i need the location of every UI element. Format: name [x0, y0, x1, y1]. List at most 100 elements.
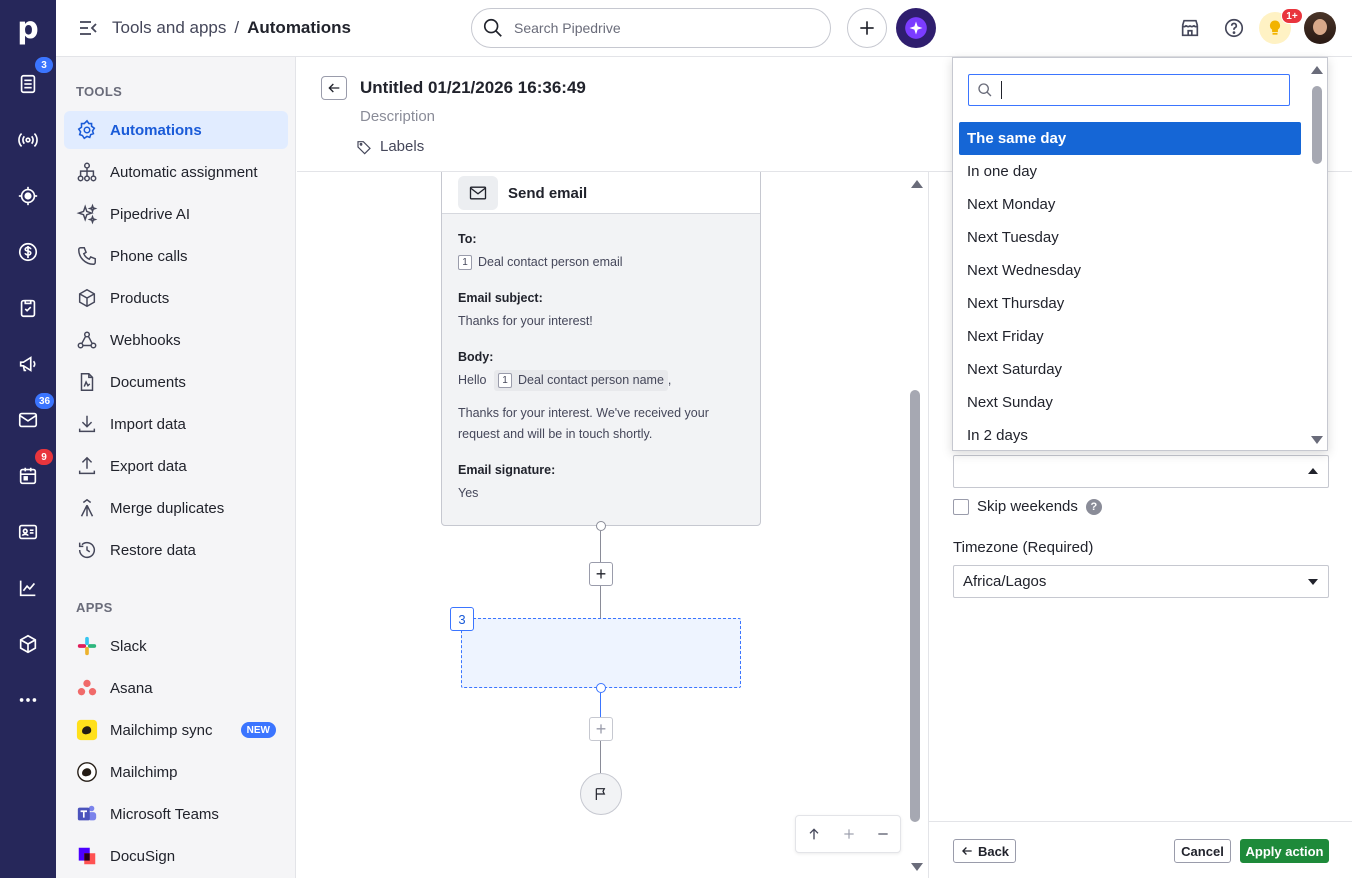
sidebar-item-label: Products [110, 289, 170, 307]
automation-description[interactable]: Description [360, 108, 435, 125]
products-nav-button[interactable] [12, 628, 44, 660]
text-cursor [1000, 81, 1002, 99]
labels-button[interactable]: Labels [356, 138, 424, 155]
cube-icon [19, 634, 37, 654]
add-step-button[interactable]: + [589, 562, 613, 586]
broadcast-icon [18, 133, 38, 147]
document-icon [80, 373, 94, 391]
dropdown-scrollbar[interactable] [1308, 58, 1326, 450]
sidebar-item-products[interactable]: Products [64, 279, 288, 317]
dropdown-option[interactable]: Next Monday [959, 188, 1301, 221]
marketplace-button[interactable] [1178, 16, 1202, 40]
sidebar-item-asana[interactable]: Asana [64, 669, 288, 707]
connector-line [600, 531, 601, 562]
restore-icon [78, 542, 96, 559]
workflow-canvas[interactable]: Send email To: 1 Deal contact person emai… [297, 172, 927, 878]
dropdown-option[interactable]: Next Thursday [959, 287, 1301, 320]
sidebar-item-docusign[interactable]: DocuSign [64, 837, 288, 875]
sidebar-item-export-data[interactable]: Export data [64, 447, 288, 485]
zoom-in-icon[interactable] [842, 827, 856, 841]
sidebar-item-label: Restore data [110, 541, 196, 559]
to-value: 1 Deal contact person email [458, 252, 744, 273]
dropdown-option[interactable]: The same day [959, 122, 1301, 155]
due-date-select[interactable] [953, 455, 1329, 488]
dropdown-option[interactable]: In one day [959, 155, 1301, 188]
calendar-nav-button[interactable] [12, 460, 44, 492]
automation-title[interactable]: Untitled 01/21/2026 16:36:49 [360, 78, 586, 98]
leads-nav-button[interactable] [12, 124, 44, 156]
connector-line [600, 586, 601, 618]
scroll-thumb[interactable] [910, 390, 920, 822]
send-email-step-card[interactable]: Send email To: 1 Deal contact person emai… [441, 172, 761, 526]
sidebar-item-microsoft-teams[interactable]: Microsoft Teams [64, 795, 288, 833]
sidebar-item-mailchimp-sync[interactable]: Mailchimp sync NEW [64, 711, 288, 749]
sidebar-item-phone-calls[interactable]: Phone calls [64, 237, 288, 275]
pipedrive-logo[interactable]: p [14, 10, 42, 46]
user-avatar[interactable] [1304, 12, 1336, 44]
menu-toggle-icon[interactable] [76, 16, 100, 40]
sidebar-item-webhooks[interactable]: Webhooks [64, 321, 288, 359]
target-icon [18, 186, 38, 206]
arrow-left-icon [961, 847, 972, 855]
sidebar-item-restore-data[interactable]: Restore data [64, 531, 288, 569]
sidebar-item-automatic-assignment[interactable]: Automatic assignment [64, 153, 288, 191]
contacts-nav-button[interactable] [12, 516, 44, 548]
body-label: Body: [458, 350, 494, 364]
global-search[interactable] [471, 8, 831, 48]
dropdown-option[interactable]: Next Sunday [959, 386, 1301, 419]
ai-assistant-button[interactable] [896, 8, 936, 48]
sidebar-item-import-data[interactable]: Import data [64, 405, 288, 443]
cancel-button[interactable]: Cancel [1174, 839, 1231, 863]
sidebar-item-merge-duplicates[interactable]: Merge duplicates [64, 489, 288, 527]
breadcrumb-parent[interactable]: Tools and apps [112, 18, 226, 38]
body-text: Thanks for your interest. We've received… [458, 406, 709, 441]
scroll-up-icon[interactable] [1311, 66, 1323, 74]
sidebar-item-documents[interactable]: Documents [64, 363, 288, 401]
apply-action-button[interactable]: Apply action [1240, 839, 1329, 863]
back-button[interactable]: Back [953, 839, 1016, 863]
dropdown-options: The same day In one day Next Monday Next Tu… [959, 122, 1301, 452]
sales-nav-button[interactable] [12, 236, 44, 268]
sidebar-item-label: Import data [110, 415, 186, 433]
dropdown-option[interactable]: In 2 days [959, 419, 1301, 452]
scroll-up-icon[interactable] [911, 180, 923, 188]
back-to-list-button[interactable] [321, 76, 347, 100]
projects-nav-button[interactable] [12, 180, 44, 212]
search-input[interactable] [514, 20, 804, 36]
dropdown-search[interactable] [968, 74, 1290, 106]
scroll-down-icon[interactable] [1311, 436, 1323, 444]
skip-weekends-checkbox[interactable] [953, 498, 969, 515]
dropdown-option[interactable]: Next Tuesday [959, 221, 1301, 254]
new-step-placeholder[interactable] [461, 618, 741, 688]
scroll-thumb[interactable] [1312, 86, 1322, 164]
arrow-up-icon[interactable] [806, 826, 822, 842]
sidebar-item-automations[interactable]: Automations [64, 111, 288, 149]
more-nav-button[interactable] [12, 684, 44, 716]
insights-nav-button[interactable] [12, 572, 44, 604]
activities-nav-button[interactable] [12, 292, 44, 324]
merge-icon [80, 498, 94, 517]
mail-nav-button[interactable] [12, 404, 44, 436]
sidebar-item-pipedrive-ai[interactable]: Pipedrive AI [64, 195, 288, 233]
add-step-button[interactable]: + [589, 717, 613, 741]
deals-nav-button[interactable] [12, 68, 44, 100]
canvas-scrollbar[interactable] [907, 172, 925, 878]
sidebar-item-mailchimp[interactable]: Mailchimp [64, 753, 288, 791]
campaigns-nav-button[interactable] [12, 348, 44, 380]
dropdown-option[interactable]: Next Saturday [959, 353, 1301, 386]
help-button[interactable] [1222, 16, 1246, 40]
sparkle-icon [76, 203, 98, 225]
dropdown-search-input[interactable] [1009, 82, 1290, 98]
scroll-down-icon[interactable] [911, 863, 923, 871]
step-title: Send email [508, 184, 588, 202]
quick-add-button[interactable] [847, 8, 887, 48]
subject-value: Thanks for your interest! [458, 314, 593, 328]
timezone-select[interactable]: Africa/Lagos [953, 565, 1329, 598]
dropdown-option[interactable]: Next Wednesday [959, 254, 1301, 287]
sidebar-item-slack[interactable]: Slack [64, 627, 288, 665]
sidebar-item-label: Automatic assignment [110, 163, 258, 181]
dropdown-option[interactable]: Next Friday [959, 320, 1301, 353]
zoom-out-icon[interactable] [876, 827, 890, 841]
help-icon[interactable]: ? [1085, 498, 1102, 515]
help-circle-icon [1224, 18, 1244, 38]
